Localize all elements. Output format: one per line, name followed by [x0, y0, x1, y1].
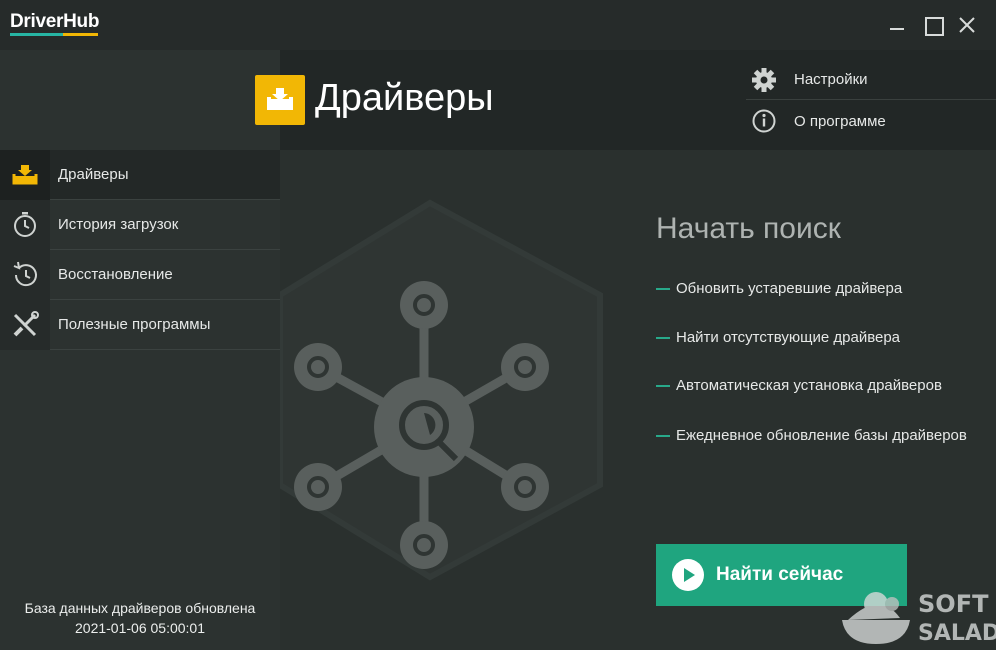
- feature-text: Найти отсутствующие драйвера: [676, 329, 901, 346]
- feature-text: Ежедневное обновление базы драйверов: [676, 427, 967, 444]
- db-status: База данных драйверов обновлена 2021-01-…: [0, 598, 280, 638]
- app-logo: DriverHub: [10, 11, 100, 32]
- sidebar-item-label: Полезные программы: [58, 316, 211, 333]
- drivers-tray-icon: [12, 164, 38, 184]
- sidebar-item-download-history[interactable]: История загрузок: [0, 199, 280, 250]
- find-now-label: Найти сейчас: [716, 564, 844, 585]
- info-icon: [752, 109, 776, 133]
- about-label: О программе: [794, 112, 886, 130]
- history-restore-icon: [13, 261, 37, 286]
- sidebar-item-label: Восстановление: [58, 266, 173, 283]
- settings-label: Настройки: [794, 71, 868, 88]
- dash-bullet: [656, 336, 670, 339]
- watermark-line1: SOFT: [918, 590, 989, 618]
- title-bar: DriverHub: [0, 0, 996, 50]
- driver-network-illustration: [280, 199, 603, 581]
- dash-bullet: [656, 434, 670, 437]
- feature-item: Автоматическая установка драйверов: [656, 377, 942, 394]
- tools-icon: [13, 310, 39, 336]
- feature-item: Ежедневное обновление базы драйверов: [656, 427, 967, 444]
- search-title: Начать поиск: [656, 212, 841, 245]
- sidebar-item-useful-programs[interactable]: Полезные программы: [0, 299, 280, 350]
- db-status-timestamp: 2021-01-06 05:00:01: [75, 620, 205, 636]
- db-status-text: База данных драйверов обновлена: [24, 600, 256, 616]
- close-button[interactable]: [954, 12, 980, 38]
- feature-text: Автоматическая установка драйверов: [676, 377, 942, 394]
- gear-icon: [752, 67, 776, 92]
- close-icon: [959, 17, 975, 33]
- sidebar-item-restore[interactable]: Восстановление: [0, 249, 280, 300]
- sidebar: Драйверы История загрузок Восстановление: [0, 149, 280, 650]
- clock-icon: [14, 211, 36, 237]
- feature-item: Обновить устаревшие драйвера: [656, 280, 902, 297]
- play-icon: [672, 559, 704, 591]
- settings-menu-item[interactable]: Настройки: [746, 60, 996, 100]
- about-menu-item[interactable]: О программе: [746, 101, 996, 141]
- sidebar-item-drivers[interactable]: Драйверы: [0, 149, 280, 200]
- page-header: Драйверы Настройки О программе: [0, 50, 996, 150]
- softsalad-watermark: SOFT SALAD: [842, 590, 996, 646]
- page-title: Драйверы: [315, 77, 494, 119]
- header-left-panel: [0, 50, 280, 150]
- feature-text: Обновить устаревшие драйвера: [676, 280, 903, 297]
- drivers-header-icon: [255, 75, 305, 125]
- dash-bullet: [656, 287, 670, 290]
- sidebar-item-label: История загрузок: [58, 216, 179, 233]
- dash-bullet: [656, 384, 670, 387]
- sidebar-item-label: Драйверы: [58, 166, 129, 183]
- minimize-button[interactable]: [884, 12, 910, 38]
- watermark-line2: SALAD: [918, 621, 996, 646]
- logo-underline: [10, 33, 98, 36]
- main-panel: Начать поиск Обновить устаревшие драйвер…: [280, 150, 996, 650]
- feature-item: Найти отсутствующие драйвера: [656, 329, 900, 346]
- maximize-button[interactable]: [919, 12, 945, 38]
